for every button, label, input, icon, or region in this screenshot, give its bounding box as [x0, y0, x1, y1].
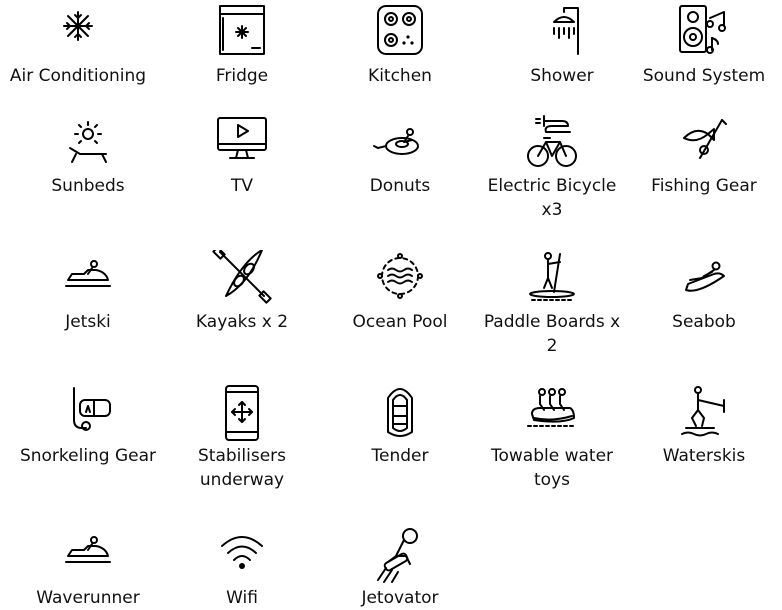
amenity-jetovator: Jetovator — [322, 526, 478, 610]
stove-icon — [370, 4, 430, 62]
electric-bicycle-icon — [522, 114, 582, 172]
amenity-shower: Shower — [484, 4, 640, 88]
seabob-icon — [674, 250, 734, 308]
amenity-label: Fishing Gear — [651, 176, 757, 196]
amenity-label: Air Conditioning — [9, 66, 147, 86]
snowflake-icon — [48, 4, 108, 62]
amenity-label: Tender — [371, 446, 429, 466]
amenity-waverunner: Waverunner — [10, 526, 166, 610]
fishing-gear-icon — [674, 114, 734, 172]
amenity-label: Waterskis — [662, 446, 746, 466]
amenity-label: Snorkeling Gear — [19, 446, 157, 466]
amenity-fridge: Fridge — [164, 4, 320, 88]
amenities-grid: Air Conditioning Fridge Kitchen Shower S… — [0, 0, 782, 608]
donut-tube-icon — [370, 114, 430, 172]
amenity-sunbeds: Sunbeds — [10, 114, 166, 198]
amenity-label: Towable water toys — [490, 446, 614, 490]
amenity-label: Sunbeds — [51, 176, 125, 196]
amenity-label: Jetski — [65, 312, 111, 332]
amenity-label: Sound System — [642, 66, 766, 86]
shower-icon — [532, 4, 592, 62]
snorkel-icon — [58, 384, 118, 442]
waterski-icon — [674, 384, 734, 442]
speaker-music-icon — [674, 4, 734, 62]
amenity-kitchen: Kitchen — [322, 4, 478, 88]
amenity-label: Shower — [530, 66, 594, 86]
stabilisers-icon — [212, 384, 272, 442]
amenity-label: Donuts — [369, 176, 431, 196]
tv-icon — [212, 114, 272, 172]
amenity-label: Stabilisers underway — [198, 446, 286, 490]
towable-toys-icon — [522, 384, 582, 442]
amenity-electric-bicycle: Electric Bicycle x3 — [474, 114, 630, 222]
amenity-label: Ocean Pool — [352, 312, 448, 332]
amenity-label: Fridge — [215, 66, 269, 86]
waverunner-icon — [58, 526, 118, 584]
amenity-paddle-boards: Paddle Boards x 2 — [474, 250, 630, 358]
amenity-donuts: Donuts — [322, 114, 478, 198]
amenity-tender: Tender — [322, 384, 478, 468]
amenity-sound-system: Sound System — [626, 4, 782, 88]
amenity-towable-toys: Towable water toys — [474, 384, 630, 492]
amenity-label: Jetovator — [361, 588, 439, 608]
sunbed-icon — [58, 114, 118, 172]
jetski-icon — [58, 250, 118, 308]
amenity-jetski: Jetski — [10, 250, 166, 334]
tender-boat-icon — [370, 384, 430, 442]
amenity-label: Seabob — [672, 312, 736, 332]
amenity-air-conditioning: Air Conditioning — [0, 4, 156, 88]
amenity-tv: TV — [164, 114, 320, 198]
amenity-label: Electric Bicycle x3 — [487, 176, 617, 220]
amenity-label: Paddle Boards x 2 — [483, 312, 621, 356]
amenity-stabilisers: Stabilisers underway — [164, 384, 320, 492]
amenity-label: Wifi — [226, 588, 258, 608]
amenity-waterskis: Waterskis — [626, 384, 782, 468]
kayak-icon — [212, 250, 272, 308]
jetovator-icon — [370, 526, 430, 584]
paddle-board-icon — [522, 250, 582, 308]
amenity-label: Kayaks x 2 — [195, 312, 289, 332]
amenity-seabob: Seabob — [626, 250, 782, 334]
amenity-snorkeling-gear: Snorkeling Gear — [10, 384, 166, 468]
amenity-label: TV — [230, 176, 253, 196]
wifi-icon — [212, 526, 272, 584]
ocean-pool-icon — [370, 250, 430, 308]
amenity-label: Waverunner — [36, 588, 140, 608]
amenity-ocean-pool: Ocean Pool — [322, 250, 478, 334]
amenity-label: Kitchen — [368, 66, 432, 86]
fridge-icon — [212, 4, 272, 62]
amenity-kayaks: Kayaks x 2 — [164, 250, 320, 334]
amenity-fishing-gear: Fishing Gear — [626, 114, 782, 198]
amenity-wifi: Wifi — [164, 526, 320, 610]
